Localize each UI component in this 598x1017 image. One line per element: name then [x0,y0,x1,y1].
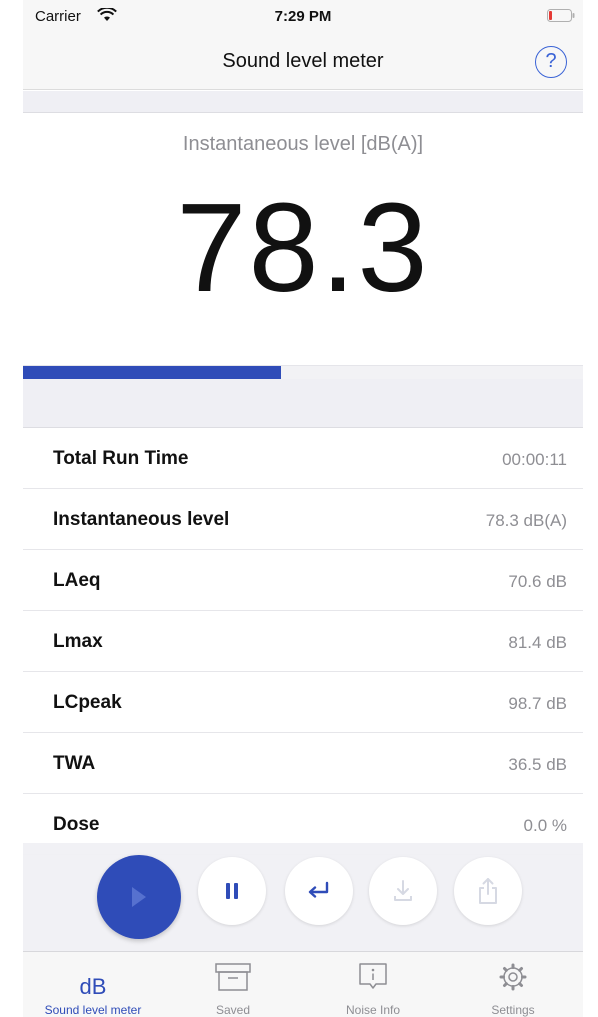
page-title: Sound level meter [222,50,384,72]
stat-row-total-run-time: Total Run Time 00:00:11 [23,428,583,489]
play-button[interactable] [97,855,181,939]
meter-panel: Instantaneous level [dB(A)] 78.3 [23,113,583,365]
stat-value: 0.0 % [523,816,567,835]
navigation-bar: Sound level meter ? [23,36,583,90]
stat-label: Lmax [53,631,103,652]
status-time: 7:29 PM [274,8,332,25]
stat-value: 36.5 dB [508,755,567,774]
stat-row-laeq: LAeq 70.6 dB [23,550,583,611]
share-button[interactable] [454,857,522,925]
gear-icon [499,963,527,991]
stat-label: Total Run Time [53,448,189,469]
stat-row-twa: TWA 36.5 dB [23,733,583,794]
save-button[interactable] [369,857,437,925]
battery-icon [547,9,575,22]
meter-value: 78.3 [176,177,430,318]
app-screen: Carrier 7:29 PM Sound level meter ? Inst… [23,0,583,1017]
level-bar-fill [23,366,281,379]
archive-box-icon [215,963,251,991]
stat-value: 98.7 dB [508,694,567,713]
stat-label: LAeq [53,570,101,591]
stat-label: Instantaneous level [53,509,230,530]
tab-settings[interactable]: Settings [443,952,583,1017]
level-bar [23,365,583,379]
download-icon [394,880,412,901]
meter-label: Instantaneous level [dB(A)] [182,133,424,155]
play-icon [132,887,146,907]
stat-row-lcpeak: LCpeak 98.7 dB [23,672,583,733]
section-separator [23,91,583,113]
tab-saved[interactable]: Saved [163,952,303,1017]
info-icon [359,963,387,989]
tab-noise-info[interactable]: Noise Info [303,952,443,1017]
stat-label: TWA [53,753,96,774]
pause-button[interactable] [198,857,266,925]
help-button[interactable]: ? [535,46,567,78]
tab-sound-level-meter[interactable]: dB Sound level meter [23,952,163,1017]
tab-label: Settings [491,1003,535,1017]
tab-label: Sound level meter [44,1003,142,1017]
db-glyph: dB [79,974,107,999]
stat-value: 70.6 dB [508,572,567,591]
stat-row-lmax: Lmax 81.4 dB [23,611,583,672]
stats-list: Total Run Time 00:00:11 Instantaneous le… [23,428,583,855]
tab-label: Noise Info [345,1003,401,1017]
tab-bar: dB Sound level meter Saved Noise Info Se… [23,951,583,1017]
status-bar: Carrier 7:29 PM [23,0,583,36]
stat-label: Dose [53,814,100,835]
section-separator [23,379,583,428]
return-icon [308,881,329,898]
pause-icon [226,883,238,899]
share-icon [479,878,497,904]
tab-label: Saved [215,1003,251,1017]
stat-label: LCpeak [53,692,122,713]
stat-value: 78.3 dB(A) [485,511,567,530]
stat-row-instantaneous-level: Instantaneous level 78.3 dB(A) [23,489,583,550]
stat-value: 81.4 dB [508,633,567,652]
stat-value: 00:00:11 [502,450,567,469]
db-icon: dB [23,960,163,999]
reset-button[interactable] [285,857,353,925]
control-bar [23,843,583,951]
